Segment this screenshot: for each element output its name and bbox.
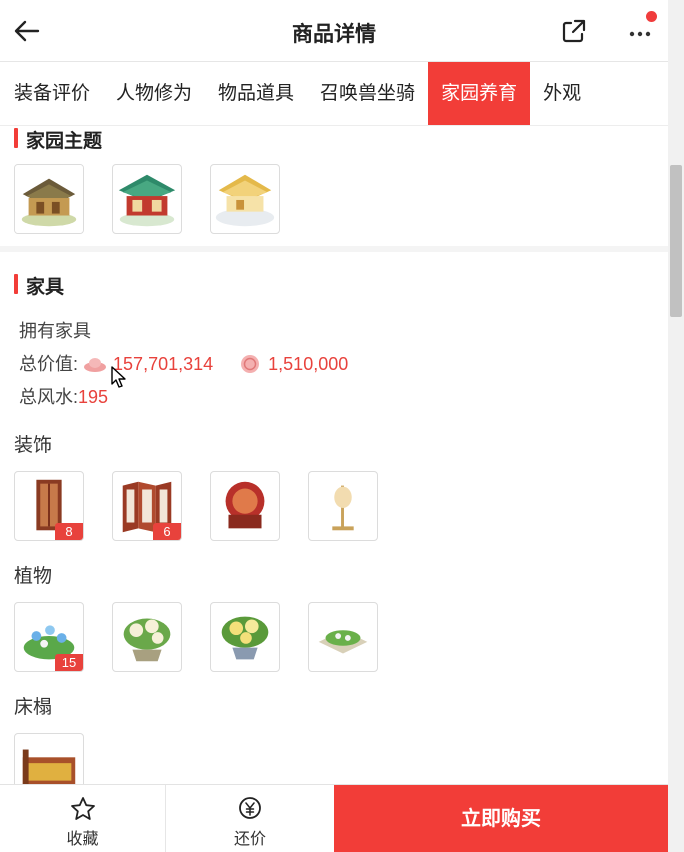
yellow-flower-pot-icon [221,616,269,660]
furniture-item[interactable] [308,471,378,541]
bargain-button[interactable]: 还价 [166,785,334,852]
notification-dot [646,11,657,22]
top-nav-bar: 商品详情 [0,0,668,62]
mouse-cursor-icon [111,366,126,388]
favorite-label: 收藏 [66,831,99,848]
favorite-button[interactable]: 收藏 [0,785,166,852]
category-title-beds: 床榻 [14,697,53,718]
section-title-home-theme: 家园主题 [14,126,102,153]
category-tabs: 装备评价 人物修为 物品道具 召唤兽坐骑 家园养育 外观 [0,62,668,126]
section-divider [0,246,668,252]
silver-ingot-icon [84,358,107,372]
star-icon [70,797,95,820]
house-snow-icon [215,174,275,227]
coin-icon [241,355,260,373]
white-flower-pot-icon [123,618,171,662]
house-wood-icon [15,165,83,233]
yuan-coin-icon [239,797,261,819]
buy-now-button[interactable]: 立即购买 [334,785,668,852]
section-title-furniture: 家具 [14,272,64,299]
tab-home-nurture[interactable]: 家园养育 [428,62,531,125]
quantity-badge: 8 [55,523,83,540]
furniture-item[interactable] [210,602,280,672]
tab-pets-mounts[interactable]: 召唤兽坐骑 [307,62,428,125]
tab-items[interactable]: 物品道具 [205,62,307,125]
home-theme-item[interactable] [112,164,182,234]
main-content: 家园主题 家具 拥有家具 总价值: 157,701,314 1,510,000 … [0,126,668,784]
category-title-decoration: 装饰 [14,435,53,456]
furniture-item[interactable]: 8 [14,471,84,541]
furniture-item[interactable] [210,471,280,541]
bottom-action-bar: 收藏 还价 立即购买 [0,784,668,852]
lamp-icon [332,485,354,531]
total-value-row: 总价值: 157,701,314 1,510,000 [19,350,348,376]
red-chair-icon [225,481,265,529]
furniture-item[interactable] [308,602,378,672]
share-icon[interactable] [560,17,588,45]
scrollbar-thumb[interactable] [670,165,682,317]
bargain-label: 还价 [233,831,266,848]
more-icon[interactable] [620,22,660,46]
category-title-plants: 植物 [14,566,53,587]
furniture-item[interactable]: 6 [112,471,182,541]
house-jade-icon [118,174,176,227]
fengshui-label: 总风水: [19,387,79,407]
total-value-label: 总价值: [19,354,79,374]
fengshui-value: 195 [78,387,109,407]
home-theme-item[interactable] [210,164,280,234]
fengshui-row: 总风水:195 [19,383,108,409]
total-value-2: 1,510,000 [268,354,349,374]
furniture-item[interactable]: 15 [14,602,84,672]
scrollbar-track[interactable] [668,0,684,852]
tab-equipment-review[interactable]: 装备评价 [0,62,103,125]
garden-planter-icon [318,630,368,654]
furniture-item[interactable] [112,602,182,672]
quantity-badge: 6 [153,523,181,540]
tab-character-cultivation[interactable]: 人物修为 [103,62,205,125]
bed-icon [22,749,76,784]
home-theme-item[interactable] [14,164,84,234]
furniture-item[interactable] [14,733,84,784]
quantity-badge: 15 [55,654,83,671]
owned-furniture-label: 拥有家具 [19,321,91,341]
tab-appearance[interactable]: 外观 [530,62,594,125]
